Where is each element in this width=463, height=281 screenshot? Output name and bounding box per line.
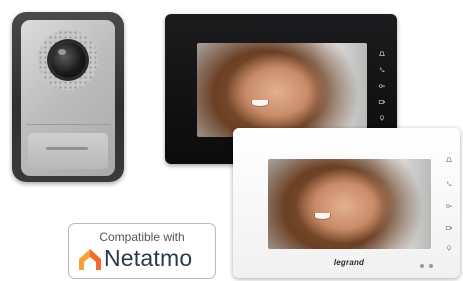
phone-icon[interactable] [378,66,386,74]
camera-icon[interactable] [378,98,386,106]
key-icon[interactable] [445,202,453,210]
video-smile [314,213,331,220]
camera-lens-icon [50,42,86,78]
key-icon[interactable] [378,82,386,90]
lens-glint [58,49,66,55]
bell-icon[interactable] [445,156,453,164]
nameplate-label [46,147,88,150]
bell-icon[interactable] [378,50,386,58]
video-screen-black [197,43,367,137]
call-button-icon [28,133,108,169]
monitor-brand-label: legrand [333,258,365,267]
video-screen-white [268,159,431,249]
camera-icon[interactable] [445,224,453,232]
status-led [420,264,424,268]
phone-icon[interactable] [445,180,453,188]
video-smile [251,100,269,107]
badge-brand-name: Netatmo [104,245,193,271]
light-icon[interactable] [445,244,453,252]
status-led [429,264,433,268]
faceplate-divider [26,124,110,125]
light-icon[interactable] [378,114,386,122]
badge-caption: Compatible with [99,230,185,244]
netatmo-house-logo-icon [78,247,102,271]
